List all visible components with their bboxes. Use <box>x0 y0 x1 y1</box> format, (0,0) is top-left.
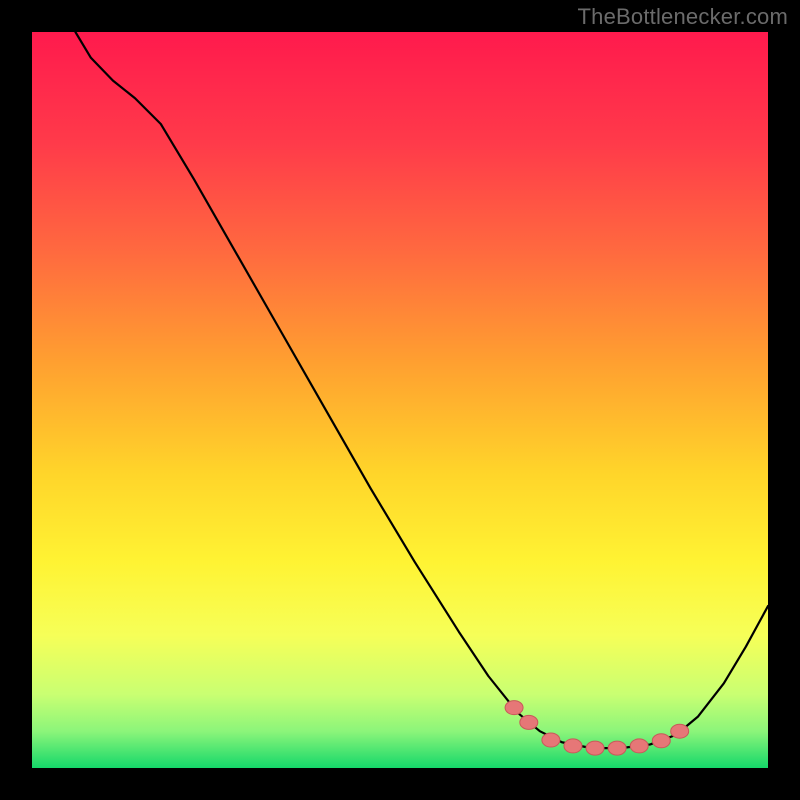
curve-marker <box>505 701 523 715</box>
curve-marker <box>652 734 670 748</box>
watermark-text: TheBottlenecker.com <box>578 4 788 30</box>
chart-container: TheBottlenecker.com <box>0 0 800 800</box>
curve-marker <box>586 741 604 755</box>
curve-marker <box>564 739 582 753</box>
curve-marker <box>608 741 626 755</box>
chart-svg <box>0 0 800 800</box>
plot-background <box>32 32 768 768</box>
curve-marker <box>630 739 648 753</box>
curve-marker <box>671 724 689 738</box>
curve-marker <box>542 733 560 747</box>
curve-marker <box>520 715 538 729</box>
